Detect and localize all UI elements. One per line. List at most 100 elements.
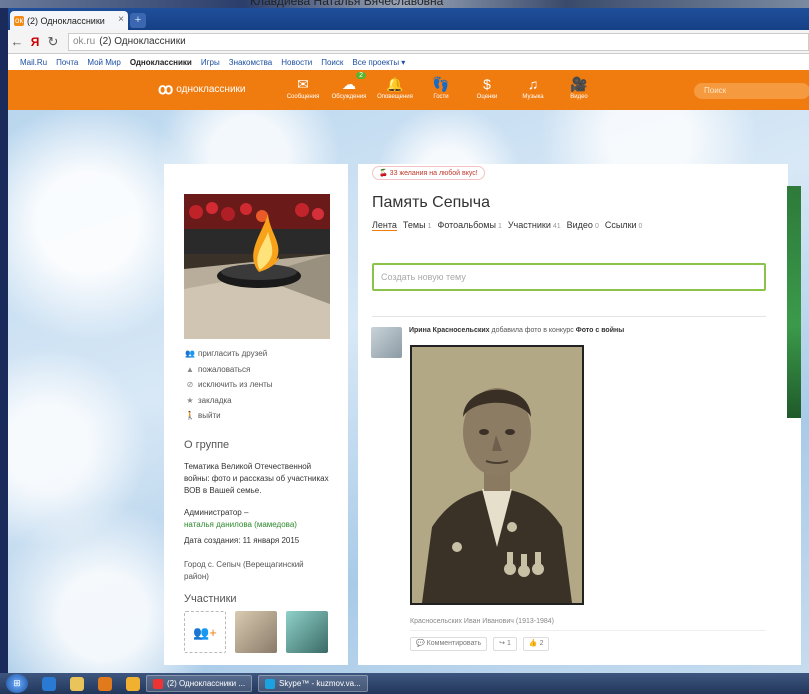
report-action[interactable]: ▲ пожаловаться — [184, 362, 273, 378]
tab-video[interactable]: Видео 0 — [567, 220, 599, 231]
ratings-icon: $ — [483, 76, 491, 92]
taskbar-skype-task[interactable]: Skype™ - kuzmov.va... — [258, 675, 368, 692]
start-button[interactable]: ⊞ — [6, 674, 28, 693]
tab-topics[interactable]: Темы 1 — [403, 220, 432, 231]
reload-icon[interactable]: ↻ — [44, 34, 62, 50]
photo-caption: Красносельских Иван Иванович (1913-1984) — [410, 618, 554, 625]
member-avatar[interactable] — [286, 611, 328, 653]
nav-messages[interactable]: ✉ Сообщения — [280, 74, 326, 100]
nav-video[interactable]: 🎥 Видео — [556, 74, 602, 100]
tab-members[interactable]: Участники 41 — [508, 220, 561, 231]
discussions-badge: 2 — [356, 72, 366, 79]
wish-badge[interactable]: 🍒 33 желания на любой вкус! — [372, 166, 485, 180]
explorer-icon[interactable] — [70, 676, 84, 691]
action-label: выйти — [198, 411, 221, 421]
tab-count: 0 — [638, 223, 643, 230]
link-mail[interactable]: Почта — [56, 58, 78, 67]
tab-label: Темы — [402, 220, 426, 230]
cherry-icon: 🍒 — [379, 170, 390, 177]
link-dating[interactable]: Знакомства — [229, 58, 273, 67]
yandex-browser-icon — [153, 678, 163, 689]
leave-action[interactable]: 🚶 выйти — [184, 408, 273, 424]
nav-label: Оценки — [476, 94, 498, 100]
envelope-icon: ✉ — [297, 76, 309, 92]
exclude-icon: ⊘ — [186, 380, 194, 390]
ok-nav: ✉ Сообщения 2 ☁ Обсуждения 🔔 Оповещения 👣 Гос… — [280, 72, 602, 100]
like-button[interactable]: 👍 2 — [522, 637, 550, 651]
like-icon: 👍 — [528, 640, 540, 647]
comment-icon: 💬 — [416, 640, 427, 647]
back-icon[interactable]: ← — [8, 34, 26, 49]
url-field[interactable]: ok.ru (2) Одноклассники — [68, 32, 809, 51]
url-domain: ok.ru — [73, 36, 96, 47]
new-tab-button[interactable]: + — [130, 13, 146, 28]
post-action: добавила фото в конкурс — [491, 327, 574, 334]
url-title: (2) Одноклассники — [99, 36, 186, 47]
nav-label: Музыка — [522, 94, 544, 100]
group-avatar[interactable] — [184, 194, 330, 339]
post-contest-link[interactable]: Фото с войны — [576, 327, 624, 334]
add-member-icon[interactable]: 👥+ — [184, 611, 226, 653]
yandex-icon[interactable]: Я — [26, 35, 44, 49]
new-topic-input[interactable]: Создать новую тему — [372, 263, 766, 291]
link-games[interactable]: Игры — [201, 58, 220, 67]
nav-label: Оповещения — [377, 94, 413, 100]
bookmark-action[interactable]: ★ закладка — [184, 393, 273, 409]
eternal-flame-image — [184, 194, 330, 339]
ad-banner[interactable] — [787, 186, 801, 418]
tab-count: 1 — [427, 223, 432, 230]
member-avatar[interactable] — [235, 611, 277, 653]
link-all-projects[interactable]: Все проекты ▾ — [352, 58, 405, 67]
ie-icon[interactable] — [42, 676, 56, 691]
share-button[interactable]: ↪ 1 — [493, 637, 517, 651]
ok-favicon-icon: ок — [14, 15, 24, 26]
address-bar: ← Я ↻ ok.ru (2) Одноклассники — [8, 30, 809, 54]
nav-discussions[interactable]: 2 ☁ Обсуждения — [326, 72, 372, 100]
nav-ratings[interactable]: $ Оценки — [464, 74, 510, 100]
nav-label: Гости — [433, 94, 449, 100]
action-label: пригласить друзей — [198, 349, 268, 359]
post-author-avatar[interactable] — [371, 327, 402, 358]
close-icon[interactable]: × — [118, 14, 124, 25]
exclude-from-feed-action[interactable]: ⊘ исключить из ленты — [184, 377, 273, 393]
tab-label: Участники — [507, 220, 551, 230]
link-moy-mir[interactable]: Мой Мир — [87, 58, 120, 67]
link-odnoklassniki[interactable]: Одноклассники — [130, 58, 192, 67]
nav-notifications[interactable]: 🔔 Оповещения — [372, 74, 418, 100]
members-title[interactable]: Участники — [184, 593, 237, 605]
post-author-link[interactable]: Ирина Красносельских — [409, 327, 490, 334]
taskbar-browser-task[interactable]: (2) Одноклассники ... — [146, 675, 253, 692]
tab-count: 41 — [552, 223, 561, 230]
link-news[interactable]: Новости — [281, 58, 312, 67]
messenger-icon[interactable] — [126, 676, 140, 691]
tab-links[interactable]: Ссылки 0 — [605, 220, 643, 231]
browser-tab[interactable]: ок (2) Одноклассники × — [10, 11, 128, 30]
action-label: пожаловаться — [198, 364, 251, 374]
share-count: 1 — [506, 640, 511, 647]
post-photo[interactable] — [410, 345, 584, 605]
desktop-top-text: Клавдиева Наталья Вячеславовна — [250, 0, 444, 8]
ok-logo[interactable]: ꝏ одноклассники — [158, 80, 246, 98]
group-title: Память Сепыча — [372, 194, 491, 211]
admin-name-link[interactable]: наталья данилова (мамедова) — [184, 519, 297, 531]
comment-button[interactable]: 💬 Комментировать — [410, 637, 488, 651]
tab-albums[interactable]: Фотоальбомы 1 — [437, 220, 501, 231]
right-sidebar — [787, 186, 801, 665]
link-mailru[interactable]: Mail.Ru — [20, 58, 47, 67]
warning-icon: ▲ — [186, 364, 194, 374]
nav-guests[interactable]: 👣 Гости — [418, 74, 464, 100]
like-count: 2 — [539, 640, 544, 647]
tab-feed[interactable]: Лента — [372, 220, 397, 231]
nav-music[interactable]: ♫ Музыка — [510, 74, 556, 100]
post-actions: 💬 Комментировать ↪ 1 👍 2 — [410, 637, 550, 651]
skype-icon — [265, 678, 276, 689]
link-search[interactable]: Поиск — [321, 58, 343, 67]
ok-search-input[interactable]: Поиск — [694, 83, 809, 99]
desktop-background: Клавдиева Наталья Вячеславовна — [0, 0, 809, 8]
nav-label: Сообщения — [286, 94, 320, 100]
divider — [410, 630, 766, 631]
media-player-icon[interactable] — [98, 676, 112, 691]
divider — [372, 316, 766, 317]
video-camera-icon: 🎥 — [570, 76, 588, 92]
invite-friends-action[interactable]: 👥 пригласить друзей — [184, 346, 273, 362]
